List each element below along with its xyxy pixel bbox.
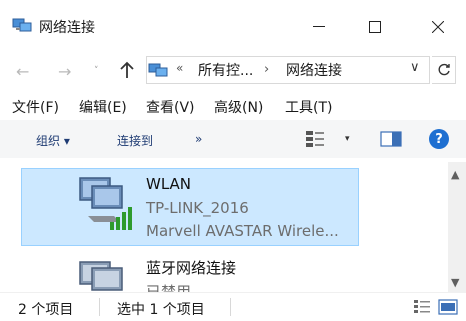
help-button[interactable]: ? (429, 129, 449, 149)
menu-advanced[interactable]: 高级(N) (214, 97, 263, 117)
control-panel-icon (148, 63, 168, 77)
scroll-down-button[interactable]: ▼ (451, 276, 459, 289)
breadcrumb-separator[interactable]: › (264, 62, 269, 77)
breadcrumb-overflow[interactable]: « (176, 61, 183, 75)
view-options-icon[interactable] (304, 129, 326, 149)
maximize-icon (369, 21, 381, 33)
minimize-icon (313, 26, 325, 27)
window-title: 网络连接 (39, 20, 95, 36)
status-divider (99, 298, 100, 316)
refresh-icon (438, 63, 450, 76)
breadcrumb-network-connections[interactable]: 网络连接 (286, 60, 342, 80)
selected-count: 选中 1 个项目 (117, 302, 205, 318)
connection-name: WLAN (146, 175, 192, 193)
connection-status: 已禁用 (146, 283, 192, 292)
maximize-button[interactable] (352, 8, 398, 46)
menu-edit[interactable]: 编辑(E) (79, 97, 127, 117)
menu-view[interactable]: 查看(V) (146, 97, 195, 117)
menu-file[interactable]: 文件(F) (12, 97, 59, 117)
forward-button[interactable]: → (58, 62, 71, 81)
menu-tools[interactable]: 工具(T) (285, 97, 332, 117)
close-icon (432, 21, 444, 33)
refresh-button[interactable] (432, 56, 456, 84)
back-button[interactable]: ← (16, 62, 29, 81)
status-divider (230, 298, 231, 316)
scroll-up-button[interactable]: ▲ (451, 168, 459, 181)
network-connections-icon (12, 18, 32, 32)
bluetooth-adapter-icon (79, 261, 123, 291)
minimize-button[interactable] (296, 8, 342, 46)
details-view-icon[interactable] (412, 298, 432, 316)
organize-button[interactable]: 组织 ▾ (36, 132, 70, 149)
preview-pane-icon[interactable] (380, 131, 402, 147)
recent-locations-button[interactable]: ˅ (94, 66, 99, 76)
connection-name: 蓝牙网络连接 (146, 259, 237, 277)
up-arrow-icon[interactable] (116, 59, 138, 81)
more-commands-button[interactable]: » (195, 132, 202, 146)
connection-status: TP-LINK_2016 (146, 199, 249, 217)
address-dropdown-button[interactable]: ∨ (410, 60, 420, 75)
connection-device: Marvell AVASTAR Wirele... (146, 222, 339, 240)
breadcrumb-all-control-panel[interactable]: 所有控... (198, 60, 253, 80)
vertical-scrollbar[interactable] (448, 162, 466, 292)
view-options-dropdown[interactable]: ▾ (345, 134, 350, 144)
large-icons-view-icon[interactable] (438, 299, 458, 315)
close-button[interactable] (415, 8, 461, 46)
item-count: 2 个项目 (18, 302, 74, 318)
wireless-adapter-icon (79, 177, 132, 230)
connect-to-button[interactable]: 连接到 (117, 132, 153, 149)
